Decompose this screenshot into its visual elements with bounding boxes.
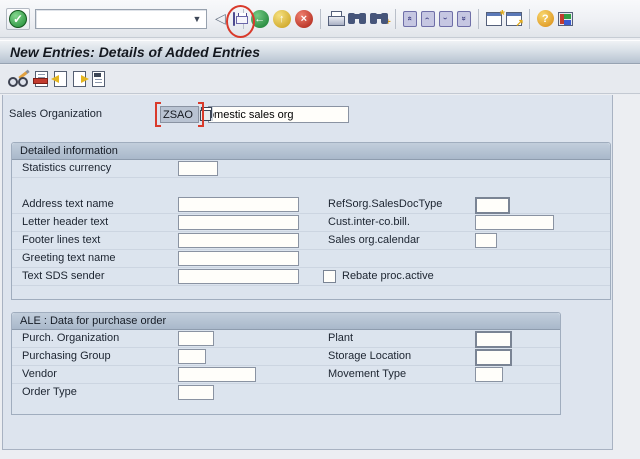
last-page-glyph: » <box>459 16 468 20</box>
toolbar-separator <box>320 9 321 29</box>
refsorg-salesdoctype-input[interactable] <box>475 197 510 214</box>
previous-entry-icon[interactable] <box>54 71 67 87</box>
back-button[interactable]: ← <box>251 10 269 28</box>
find-next-plus-glyph: + <box>385 17 391 28</box>
possible-entries-icon[interactable] <box>199 107 213 121</box>
next-page-icon[interactable]: › <box>439 11 453 27</box>
save-button[interactable] <box>233 13 235 25</box>
purchasing-group-row: Purchasing Group Storage Location <box>12 348 560 366</box>
sales-organization-row: Sales Organization <box>3 105 614 125</box>
sales-org-calendar-label: Sales org.calendar <box>328 234 420 246</box>
letter-header-text-row: Letter header text Cust.inter-co.bill. <box>12 214 610 232</box>
address-text-name-row: Address text name RefSorg.SalesDocType <box>12 196 610 214</box>
letter-header-text-label: Letter header text <box>22 216 108 228</box>
plant-input[interactable] <box>475 331 512 348</box>
purch-organization-label: Purch. Organization <box>22 332 119 344</box>
ale-purchase-order-header: ALE : Data for purchase order <box>12 313 560 330</box>
refsorg-salesdoctype-label: RefSorg.SalesDocType <box>328 198 442 210</box>
next-entry-icon[interactable] <box>73 71 86 87</box>
rebate-proc-active-label: Rebate proc.active <box>342 270 434 282</box>
footer-lines-text-row: Footer lines text Sales org.calendar <box>12 232 610 250</box>
greeting-text-name-input[interactable] <box>178 251 299 266</box>
purchasing-group-input[interactable] <box>178 349 206 364</box>
delete-entry-icon[interactable] <box>35 71 48 87</box>
statistics-currency-input[interactable] <box>178 161 218 176</box>
sales-organization-field-wrap <box>160 106 199 123</box>
statistics-currency-row: Statistics currency <box>12 160 610 178</box>
sap-window: ✓ ▼ ◁ ← ↑ × + « ‹ › » ? New Entries: Det… <box>0 0 640 459</box>
command-field-combo[interactable]: ▼ <box>35 9 207 29</box>
overview-icon[interactable] <box>92 71 105 87</box>
sales-org-calendar-input[interactable] <box>475 233 497 248</box>
spacer-row <box>12 178 610 196</box>
movement-type-input[interactable] <box>475 367 503 382</box>
content-panel: Sales Organization Detailed information … <box>2 95 613 450</box>
detailed-information-group: Detailed information Statistics currency… <box>11 142 611 300</box>
command-input[interactable] <box>38 11 188 27</box>
toolbar-separator <box>529 9 530 29</box>
new-session-icon[interactable] <box>486 12 502 26</box>
title-bar: New Entries: Details of Added Entries <box>0 40 640 64</box>
create-shortcut-icon[interactable] <box>506 12 522 26</box>
sales-organization-label: Sales Organization <box>9 108 102 120</box>
command-dropdown-icon[interactable]: ▼ <box>190 12 204 26</box>
text-sds-sender-label: Text SDS sender <box>22 270 105 282</box>
first-page-glyph: « <box>405 16 414 20</box>
greeting-text-name-row: Greeting text name <box>12 250 610 268</box>
find-next-icon[interactable]: + <box>370 12 388 25</box>
save-icon <box>233 12 235 26</box>
toolbar-separator <box>395 9 396 29</box>
address-text-name-label: Address text name <box>22 198 114 210</box>
vendor-label: Vendor <box>22 368 57 380</box>
toolbar-separator <box>478 9 479 29</box>
display-change-icon[interactable] <box>7 71 29 88</box>
next-page-glyph: › <box>441 17 450 20</box>
cancel-button[interactable]: × <box>295 10 313 28</box>
storage-location-input[interactable] <box>475 349 512 366</box>
order-type-row: Order Type <box>12 384 560 402</box>
footer-lines-text-input[interactable] <box>178 233 299 248</box>
storage-location-label: Storage Location <box>328 350 411 362</box>
vendor-input[interactable] <box>178 367 256 382</box>
text-sds-sender-row: Text SDS sender Rebate proc.active <box>12 268 610 286</box>
plant-label: Plant <box>328 332 353 344</box>
greeting-text-name-label: Greeting text name <box>22 252 116 264</box>
cust-interco-bill-label: Cust.inter-co.bill. <box>328 216 410 228</box>
purch-organization-row: Purch. Organization Plant <box>12 330 560 348</box>
order-type-input[interactable] <box>178 385 214 400</box>
customize-layout-icon[interactable] <box>558 12 573 26</box>
sales-organization-input[interactable] <box>160 106 199 123</box>
system-toolbar: ✓ ▼ ◁ ← ↑ × + « ‹ › » ? <box>0 0 640 38</box>
find-icon[interactable] <box>348 12 366 25</box>
exit-button[interactable]: ↑ <box>273 10 291 28</box>
sales-organization-description-input[interactable] <box>208 106 349 123</box>
ale-purchase-order-group: ALE : Data for purchase order Purch. Org… <box>11 312 561 415</box>
statistics-currency-label: Statistics currency <box>22 162 111 174</box>
rebate-proc-active-checkbox[interactable] <box>323 270 336 283</box>
back-triangle-icon[interactable]: ◁ <box>215 10 226 27</box>
address-text-name-input[interactable] <box>178 197 299 212</box>
purch-organization-input[interactable] <box>178 331 214 346</box>
last-page-icon[interactable]: » <box>457 11 471 27</box>
cust-interco-bill-input[interactable] <box>475 215 554 230</box>
vendor-row: Vendor Movement Type <box>12 366 560 384</box>
help-icon[interactable]: ? <box>537 10 554 27</box>
enter-button[interactable]: ✓ <box>6 8 30 30</box>
order-type-label: Order Type <box>22 386 77 398</box>
purchasing-group-label: Purchasing Group <box>22 350 111 362</box>
enter-check-icon: ✓ <box>9 10 27 28</box>
previous-page-glyph: ‹ <box>423 17 432 20</box>
letter-header-text-input[interactable] <box>178 215 299 230</box>
page-title: New Entries: Details of Added Entries <box>0 41 640 63</box>
first-page-icon[interactable]: « <box>403 11 417 27</box>
pencil-icon <box>18 69 29 79</box>
print-icon[interactable] <box>328 11 344 26</box>
text-sds-sender-input[interactable] <box>178 269 299 284</box>
footer-lines-text-label: Footer lines text <box>22 234 100 246</box>
previous-page-icon[interactable]: ‹ <box>421 11 435 27</box>
application-toolbar <box>0 65 640 94</box>
movement-type-label: Movement Type <box>328 368 406 380</box>
detailed-information-header: Detailed information <box>12 143 610 160</box>
